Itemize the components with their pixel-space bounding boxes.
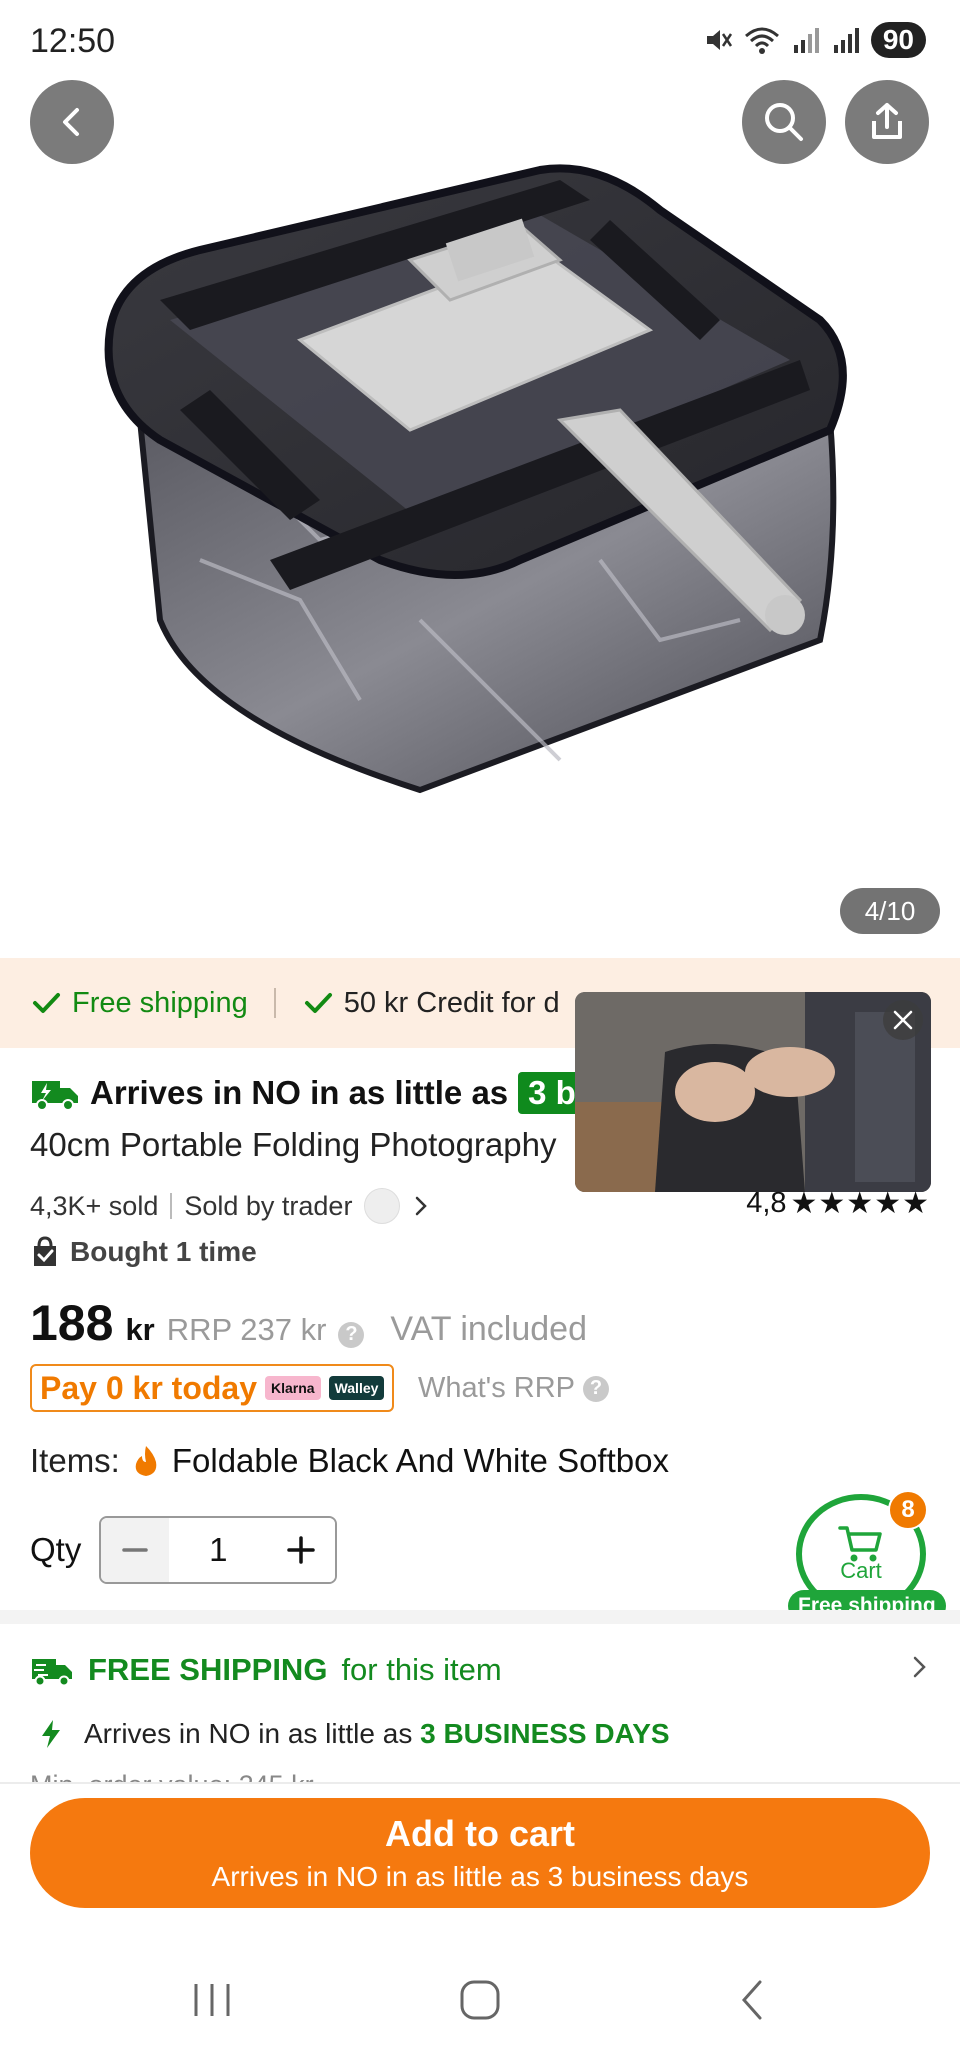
search-icon — [765, 103, 803, 141]
system-navigation-bar — [0, 1930, 960, 2059]
increase-quantity-button[interactable] — [267, 1518, 336, 1582]
share-button[interactable] — [845, 80, 929, 164]
product-image-gallery[interactable]: 4/10 — [0, 0, 960, 940]
pay-today-label: Pay 0 kr today — [40, 1369, 257, 1406]
items-row[interactable]: Items: Foldable Black And White Softbox — [30, 1442, 669, 1480]
chevron-right-icon[interactable] — [412, 1194, 430, 1218]
shopping-bag-icon — [34, 1236, 56, 1266]
cart-label: Cart — [840, 1558, 882, 1583]
rating-value: 4,8 — [746, 1187, 787, 1219]
check-icon — [304, 993, 332, 1013]
recent-apps-button[interactable] — [172, 1970, 252, 2030]
signal-icon-2 — [833, 28, 859, 53]
whats-rrp-link[interactable]: What's RRP ? — [418, 1372, 610, 1405]
close-icon — [893, 1010, 913, 1030]
klarna-logo: Klarna — [265, 1376, 321, 1400]
cart-count-badge: 8 — [888, 1490, 928, 1530]
product-video-thumbnail[interactable] — [575, 992, 931, 1192]
pay-later-banner[interactable]: Pay 0 kr today Klarna Walley — [30, 1364, 395, 1412]
home-icon — [460, 1980, 500, 2020]
arrives-title: Arrives in NO in as little as 3 b — [30, 1072, 586, 1114]
free-shipping-row[interactable]: FREE SHIPPING for this item — [30, 1652, 930, 1688]
add-to-cart-label: Add to cart — [384, 1813, 575, 1854]
video-frame — [575, 992, 931, 1192]
back-button[interactable] — [30, 80, 114, 164]
minus-icon — [122, 1548, 149, 1552]
promo-credit-label: 50 kr Credit for d — [343, 986, 560, 1019]
bought-row: Bought 1 time — [30, 1236, 257, 1268]
lightning-icon — [42, 1720, 60, 1748]
sold-by-link[interactable]: Sold by trader — [184, 1191, 352, 1222]
min-order-text: Min. order value: 245 kr — [30, 1770, 314, 1782]
product-title: 40cm Portable Folding Photography — [30, 1126, 557, 1163]
promo-free-shipping: Free shipping — [30, 987, 248, 1020]
recent-apps-icon — [194, 1984, 230, 2016]
home-button[interactable] — [440, 1970, 520, 2030]
price-amount: 188 — [30, 1295, 114, 1351]
delivery-truck-icon — [32, 1659, 72, 1687]
price-currency: kr — [125, 1312, 155, 1347]
status-time: 12:50 — [30, 22, 116, 60]
decrease-quantity-button[interactable] — [101, 1518, 170, 1582]
chevron-left-icon — [63, 108, 79, 136]
sold-row: 4,3K+ sold Sold by trader — [30, 1188, 430, 1224]
image-counter: 4/10 — [840, 888, 940, 934]
help-icon[interactable]: ? — [338, 1321, 365, 1348]
vat-label: VAT included — [390, 1310, 587, 1348]
section-divider — [0, 1610, 960, 1624]
close-video-button[interactable] — [883, 1000, 923, 1040]
arrival-days: 3 BUSINESS DAYS — [420, 1718, 670, 1749]
rrp-price: RRP 237 kr — [166, 1312, 327, 1347]
help-icon: ? — [583, 1375, 610, 1402]
min-order-row: Min. order value: 245 kr — [30, 1770, 430, 1782]
floating-cart-button[interactable]: Cart 8 Free shipping — [788, 1490, 946, 1622]
sold-count: 4,3K+ sold — [30, 1190, 159, 1221]
promo-free-shipping-label: Free shipping — [72, 986, 248, 1019]
signal-icon — [793, 28, 819, 53]
divider — [170, 1193, 173, 1219]
status-icons: 90 — [703, 22, 926, 58]
quantity-stepper[interactable]: 1 — [99, 1516, 338, 1584]
free-shipping-title: FREE SHIPPING — [88, 1652, 328, 1687]
wifi-icon — [744, 27, 779, 54]
promo-credit: 50 kr Credit for d — [302, 987, 560, 1020]
search-button[interactable] — [742, 80, 826, 164]
flame-icon — [135, 1446, 157, 1476]
seller-logo — [364, 1188, 401, 1224]
system-back-button[interactable] — [712, 1970, 792, 2030]
chevron-right-icon — [913, 1656, 926, 1678]
items-value: Foldable Black And White Softbox — [171, 1442, 669, 1479]
bottom-separator — [0, 1782, 960, 1784]
share-icon — [872, 103, 902, 139]
free-shipping-subtitle: for this item — [341, 1652, 502, 1687]
arrival-text: Arrives in NO in as little as — [84, 1718, 413, 1749]
plus-icon — [287, 1536, 316, 1564]
product-rating[interactable]: 4,8 ★★★★★ — [746, 1186, 930, 1221]
items-label: Items: — [30, 1442, 120, 1479]
battery-indicator: 90 — [870, 22, 926, 58]
qty-label: Qty — [30, 1531, 82, 1568]
whats-rrp-label: What's RRP — [418, 1372, 576, 1404]
walley-logo: Walley — [328, 1376, 385, 1400]
promo-divider — [273, 988, 276, 1018]
back-icon — [741, 1980, 762, 2020]
delivery-truck-icon — [32, 1081, 78, 1111]
add-to-cart-subtitle: Arrives in NO in as little as 3 business… — [211, 1861, 749, 1892]
bought-text: Bought 1 time — [70, 1236, 257, 1267]
status-bar: 12:50 90 — [0, 0, 960, 82]
arrival-estimate-row: Arrives in NO in as little as 3 BUSINESS… — [38, 1718, 670, 1750]
price-row: 188 kr RRP 237 kr ? VAT included — [30, 1294, 587, 1352]
add-to-cart-button[interactable]: Add to cart Arrives in NO in as little a… — [30, 1798, 930, 1908]
qty-row: Qty 1 — [30, 1516, 338, 1584]
arrives-prefix: Arrives in NO in as little as — [90, 1074, 509, 1111]
rating-stars: ★★★★★ — [790, 1187, 930, 1220]
check-icon — [33, 993, 60, 1013]
mute-icon — [706, 30, 732, 50]
quantity-value[interactable]: 1 — [169, 1531, 267, 1569]
